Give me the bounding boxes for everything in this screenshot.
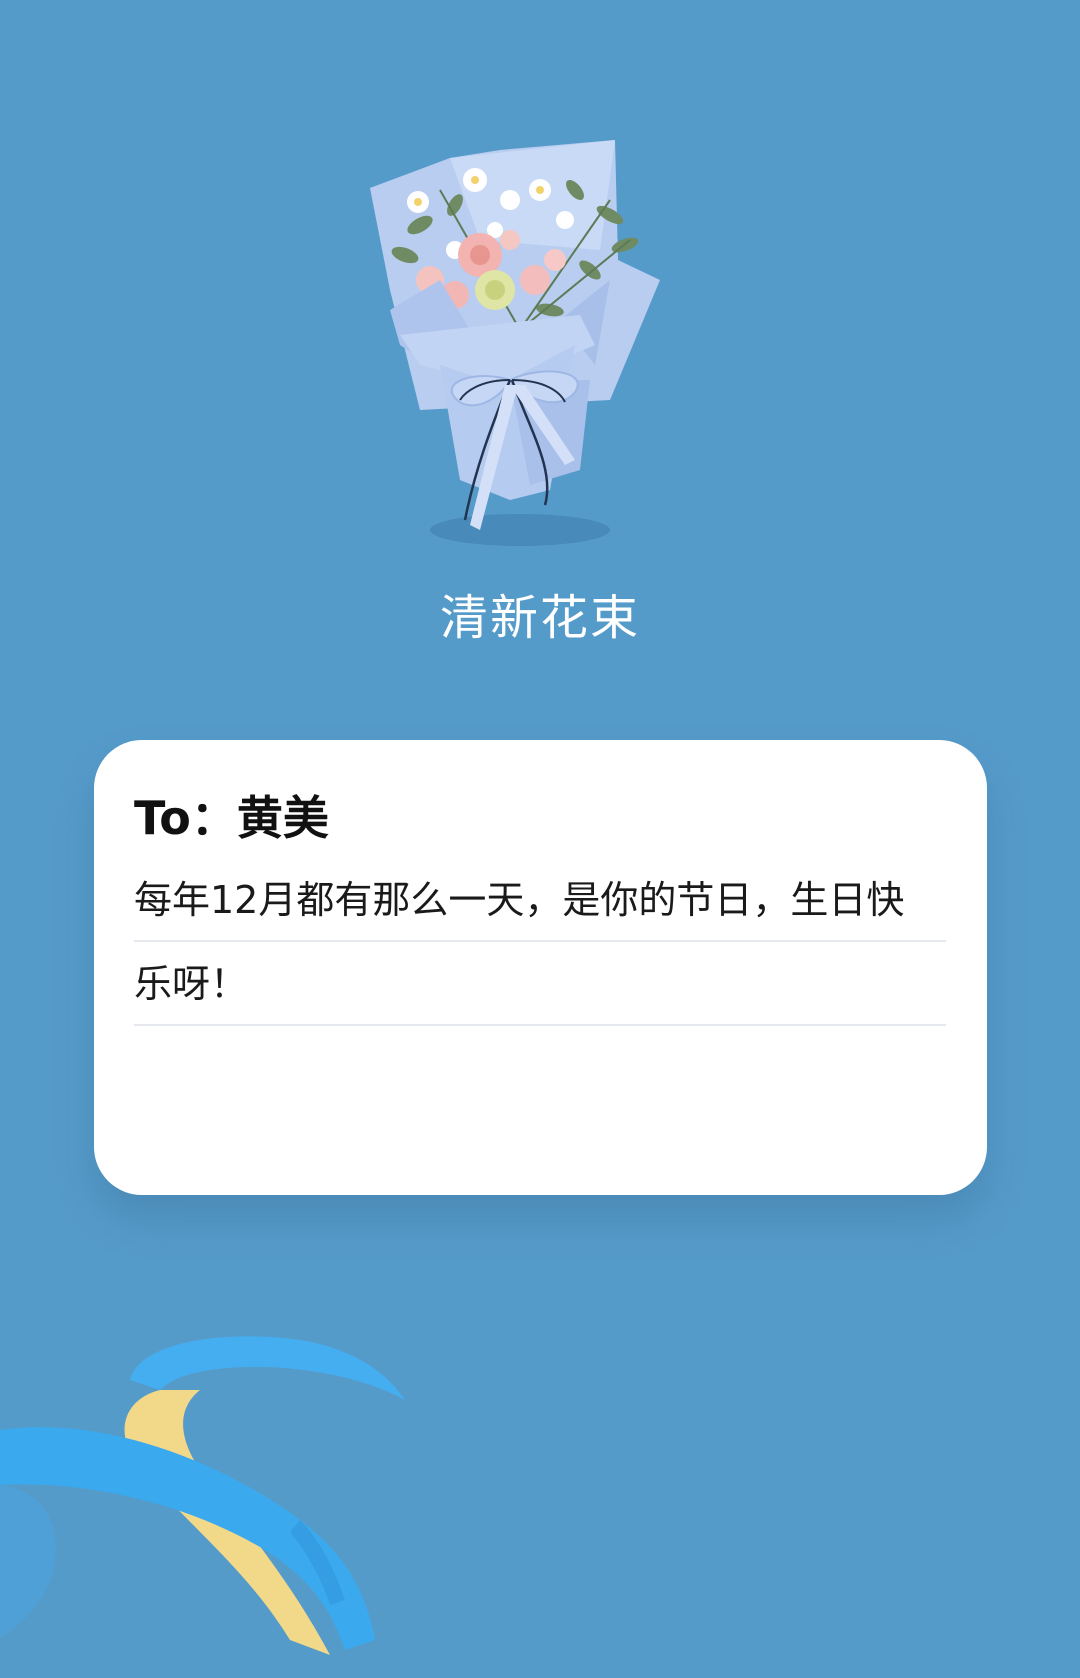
- greeting-card: To：黄美 每年12月都有那么一天，是你的节日，生日快 乐呀！: [94, 740, 987, 1195]
- message-line: 乐呀！: [134, 942, 946, 1026]
- greeting-screen: 清新花束 To：黄美 每年12月都有那么一天，是你的节日，生日快 乐呀！: [0, 0, 1080, 1678]
- recipient-line: To：黄美: [134, 791, 329, 845]
- gift-name-title: 清新花束: [439, 590, 640, 646]
- message-line: 每年12月都有那么一天，是你的节日，生日快: [134, 858, 946, 942]
- flower-bouquet-icon: [360, 130, 680, 570]
- ribbon-decoration-icon: [0, 1320, 480, 1678]
